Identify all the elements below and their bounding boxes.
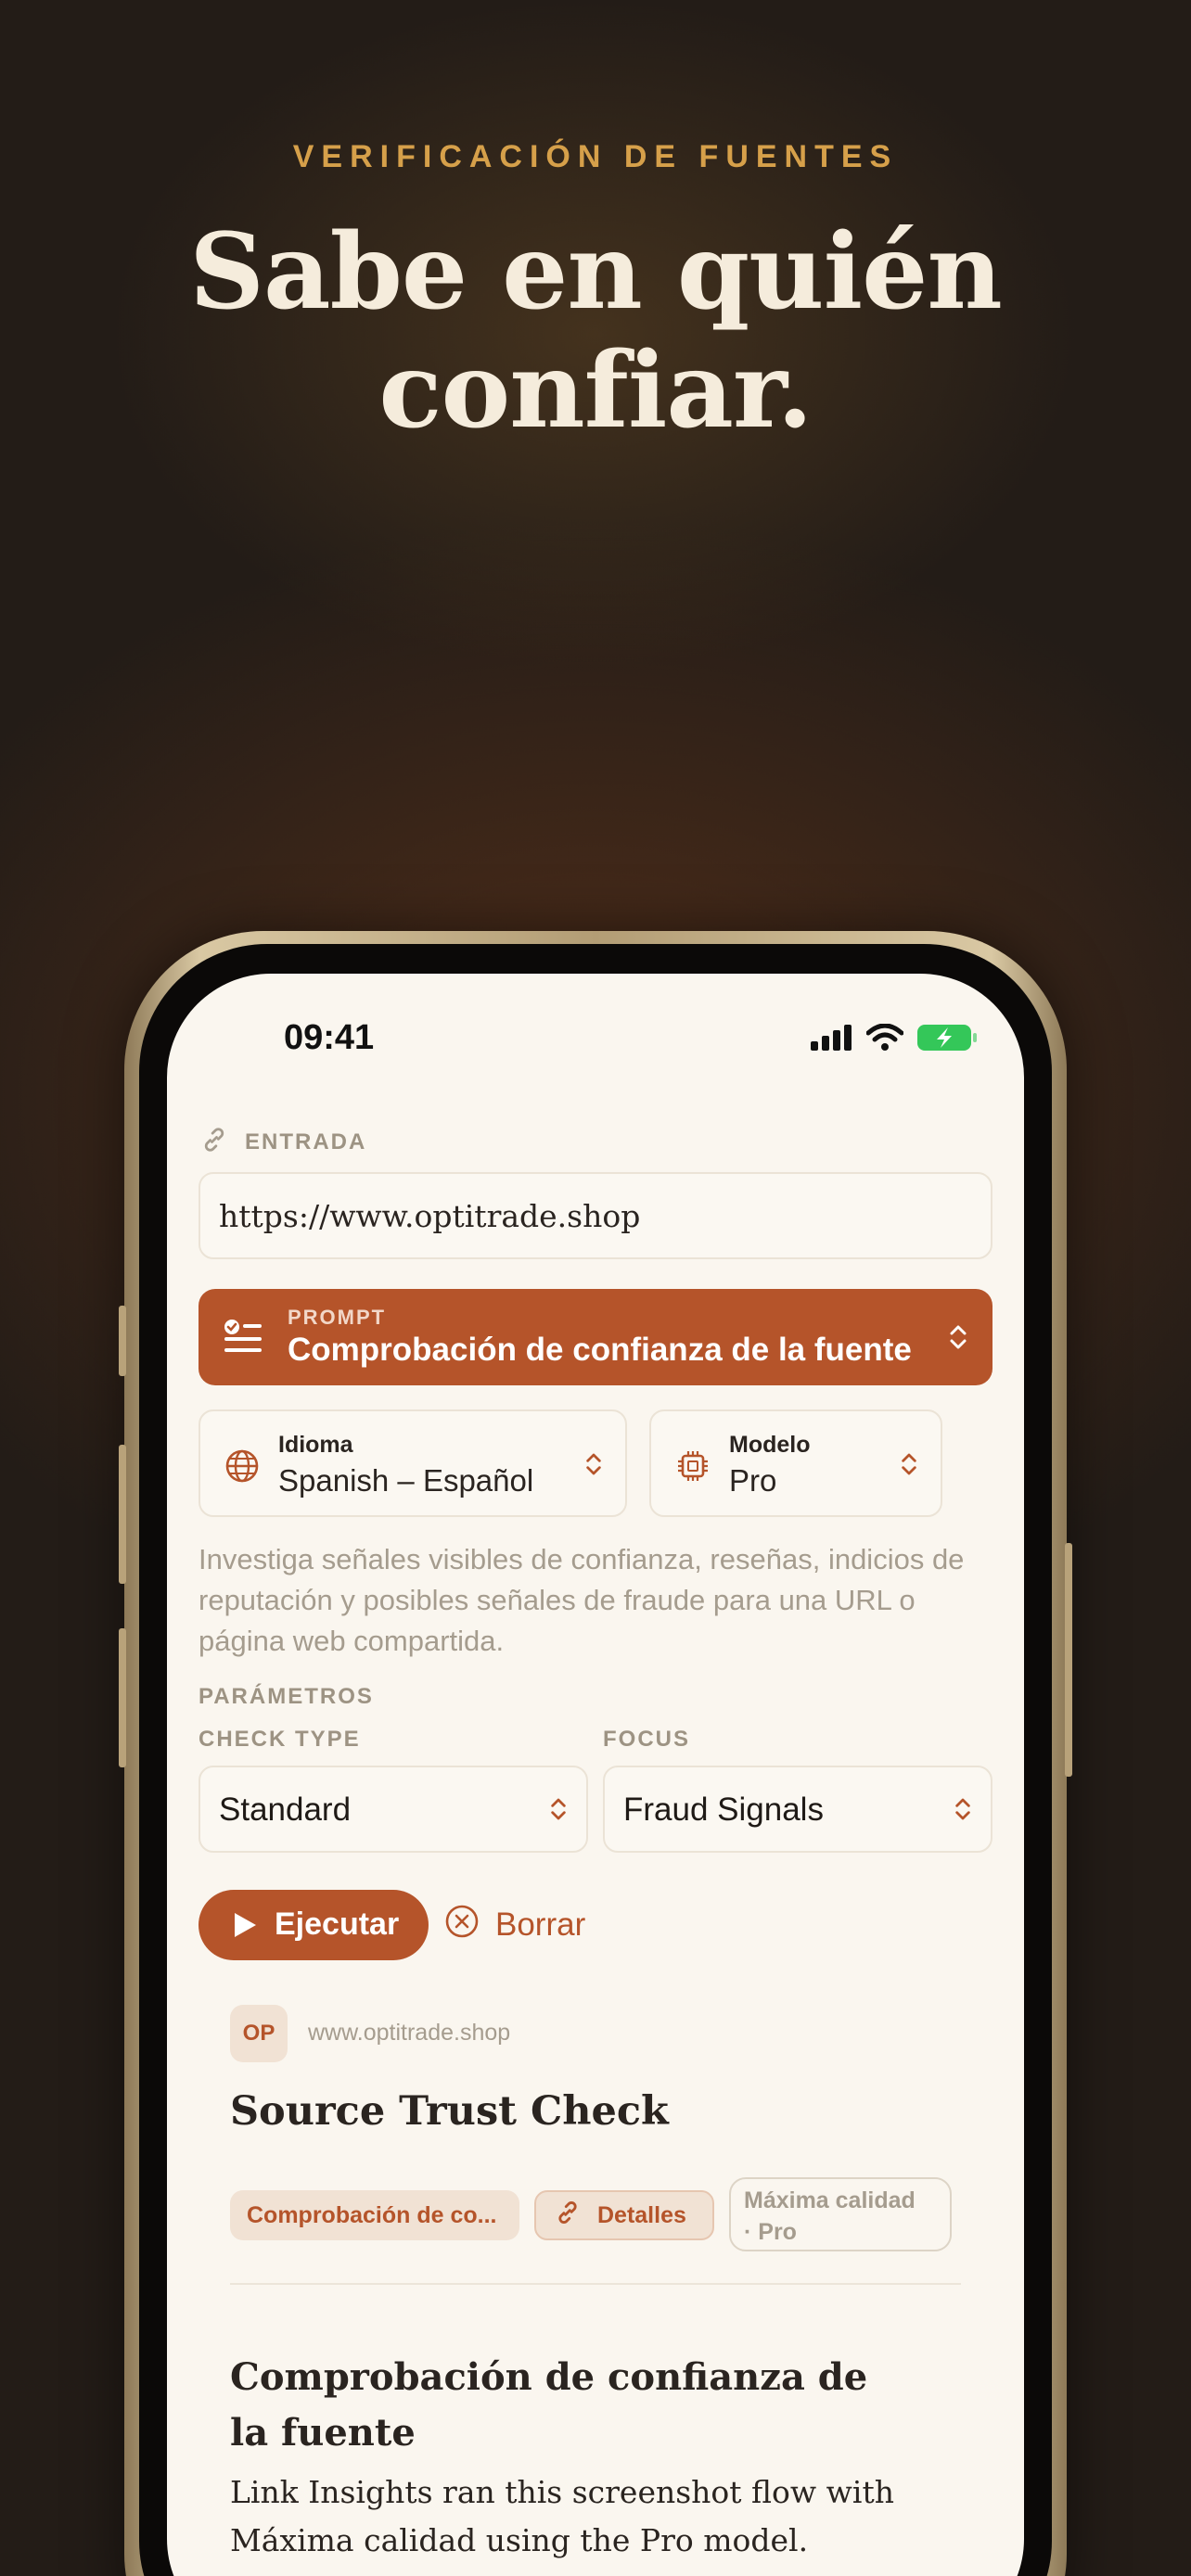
language-picker[interactable]: Idioma Spanish – Español [198,1409,627,1517]
prompt-value: Comprobación de confianza de la fuente [288,1332,912,1368]
chevron-updown-icon [549,1795,568,1828]
battery-charging-icon [916,1024,978,1056]
signal-icon [811,1025,853,1055]
check-type-select[interactable]: Standard [198,1766,588,1853]
focus-value: Fraud Signals [623,1792,824,1828]
globe-icon [224,1448,260,1488]
model-label: Modelo [729,1432,811,1458]
chevron-updown-icon [948,1322,968,1357]
checklist-icon [223,1317,263,1362]
url-input[interactable]: https://www.optitrade.shop [198,1172,992,1259]
clear-button[interactable]: Borrar [443,1895,585,1955]
divider [230,2283,961,2285]
avatar: OP [230,2005,288,2062]
language-label: Idioma [278,1432,353,1458]
quality-chip-line2: · Pro [744,2219,797,2245]
details-chip[interactable]: Detalles [534,2190,714,2240]
parameters-label: PARÁMETROS [198,1684,374,1709]
check-type-label: CHECK TYPE [198,1727,361,1752]
prompt-selector[interactable]: PROMPT Comprobación de confianza de la f… [198,1289,992,1385]
link-icon [200,1126,228,1158]
link-icon [555,2200,581,2232]
phone-side-button [119,1628,126,1767]
status-time: 09:41 [284,1018,375,1057]
hero-headline-line1: Sabe en quién [189,211,1003,333]
phone-screen: 09:41 ENTRADA https://www.optitrade.shop… [167,974,1024,2576]
check-type-value: Standard [219,1792,352,1828]
prompt-description: Investiga señales visibles de confianza,… [198,1543,965,1657]
result-domain: www.optitrade.shop [308,2020,511,2046]
phone-side-button [1065,1543,1072,1777]
wifi-icon [865,1023,904,1056]
run-button-label: Ejecutar [275,1906,400,1942]
play-icon [232,1911,258,1944]
model-picker[interactable]: Modelo Pro [649,1409,942,1517]
input-section-label: ENTRADA [245,1129,367,1154]
clear-circle-icon [443,1903,480,1948]
quality-chip-line1: Máxima calidad [744,2187,916,2213]
model-value: Pro [729,1463,777,1498]
hero-headline: Sabe en quién confiar. [0,213,1191,451]
details-chip-label: Detalles [597,2201,686,2228]
hero-eyebrow: VERIFICACIÓN DE FUENTES [292,139,899,174]
language-value: Spanish – Español [278,1463,534,1498]
prompt-small-label: PROMPT [288,1306,387,1329]
clear-button-label: Borrar [495,1906,586,1943]
result-title: Source Trust Check [230,2088,669,2135]
prompt-chip[interactable]: Comprobación de co... [230,2190,519,2240]
phone-side-button [119,1306,126,1376]
phone-side-button [119,1445,126,1584]
focus-select[interactable]: Fraud Signals [603,1766,992,1853]
quality-chip: Máxima calidad · Pro [729,2177,952,2251]
chevron-updown-icon [954,1795,972,1828]
status-bar: 09:41 [167,1018,1024,1065]
result-body: Link Insights ran this screenshot flow w… [230,2474,894,2558]
chevron-updown-icon [584,1450,603,1483]
chip-icon [675,1448,711,1488]
hero-headline-line2: confiar. [378,330,813,452]
chevron-updown-icon [900,1450,918,1483]
run-button[interactable]: Ejecutar [198,1890,429,1960]
focus-label: FOCUS [603,1727,690,1752]
result-section-title: Comprobación de confianza de la fuente [230,2355,868,2455]
status-icons [811,1023,978,1056]
